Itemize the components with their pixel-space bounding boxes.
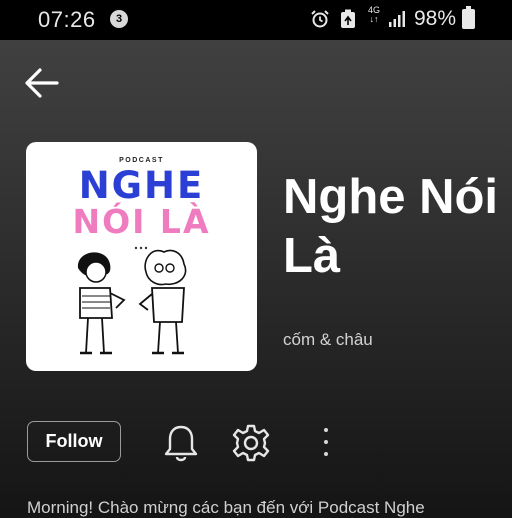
alarm-icon bbox=[310, 9, 330, 34]
gear-icon bbox=[232, 424, 270, 462]
notifications-button[interactable] bbox=[162, 423, 200, 468]
back-button[interactable] bbox=[22, 66, 62, 100]
network-label: 4G bbox=[367, 5, 380, 15]
follow-button[interactable]: Follow bbox=[27, 421, 121, 462]
status-time: 07:26 bbox=[38, 7, 96, 32]
notification-count-badge: 3 bbox=[110, 10, 128, 28]
arrow-left-icon bbox=[25, 68, 59, 98]
cover-illustration bbox=[77, 246, 187, 355]
network-type-indicator: 4G ↓↑ bbox=[367, 5, 380, 24]
podcast-cover-art: PODCAST NGHE NÓI LÀ bbox=[26, 142, 257, 371]
battery-icon bbox=[462, 6, 475, 29]
podcast-description: Morning! Chào mừng các bạn đến với Podca… bbox=[27, 498, 425, 517]
more-vertical-icon bbox=[324, 428, 328, 432]
podcast-title: Nghe Nói Là bbox=[283, 170, 499, 283]
more-vertical-icon-dot bbox=[324, 452, 328, 456]
cover-kicker: PODCAST bbox=[119, 157, 164, 164]
settings-button[interactable] bbox=[231, 423, 271, 468]
more-options-button[interactable] bbox=[316, 424, 336, 460]
more-vertical-icon-dot bbox=[324, 440, 328, 444]
podcast-author[interactable]: cốm & châu bbox=[283, 330, 373, 350]
bell-icon bbox=[164, 425, 198, 462]
battery-saver-icon bbox=[340, 9, 356, 34]
cover-title-line1: NGHE bbox=[78, 164, 205, 207]
battery-percent: 98% bbox=[414, 7, 457, 30]
status-bar: 07:26 3 4G ↓↑ 98% bbox=[0, 0, 512, 40]
signal-icon bbox=[388, 10, 406, 33]
cover-title-line2: NÓI LÀ bbox=[72, 202, 211, 241]
